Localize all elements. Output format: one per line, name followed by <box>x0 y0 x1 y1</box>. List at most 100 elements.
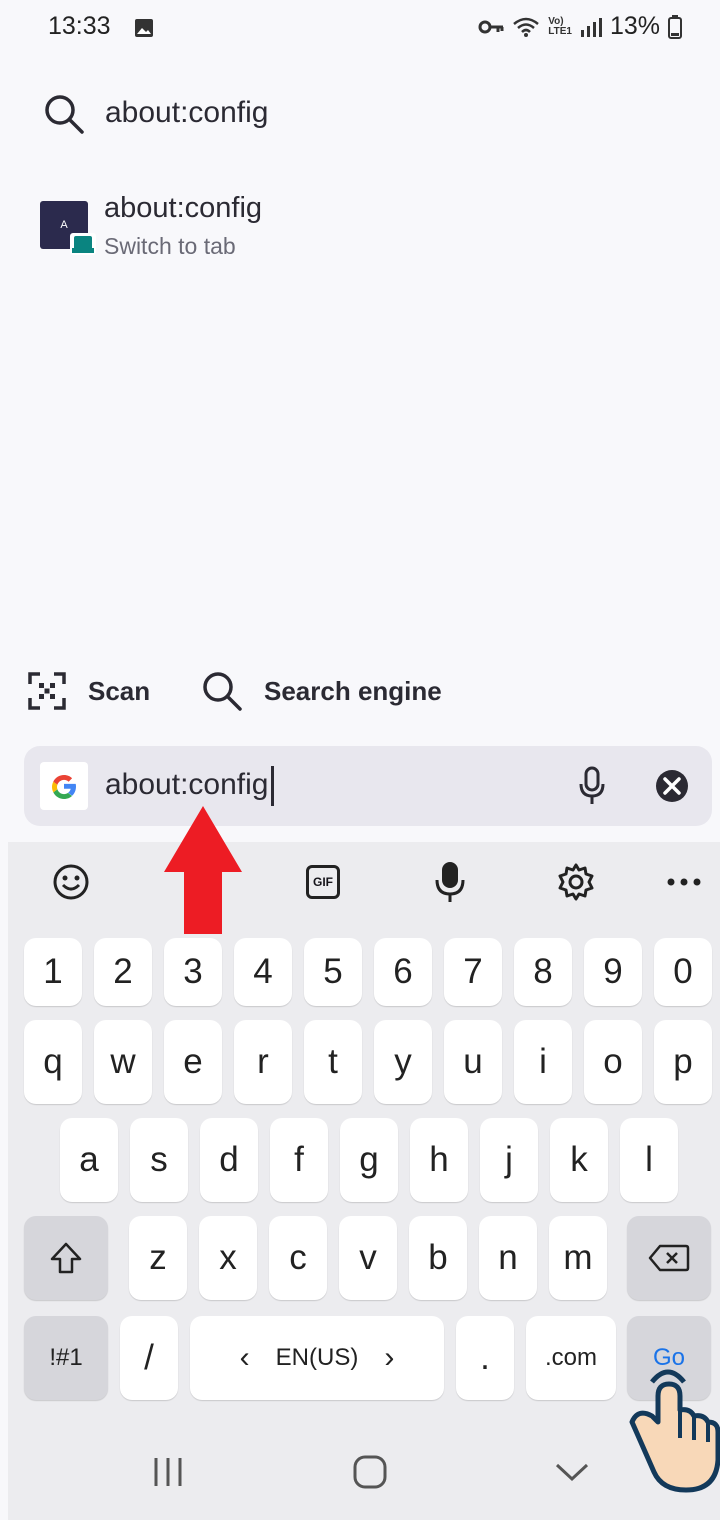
key-1[interactable]: 1 <box>24 938 82 1006</box>
key-d[interactable]: d <box>200 1118 258 1202</box>
home-icon[interactable] <box>352 1454 388 1490</box>
key-k-label: k <box>570 1140 588 1179</box>
image-notification-icon <box>135 19 153 37</box>
slash-key[interactable]: / <box>120 1316 178 1400</box>
backspace-icon <box>648 1244 690 1272</box>
battery-icon <box>668 14 682 39</box>
vpn-key-icon <box>478 20 504 33</box>
key-l-label: l <box>645 1140 653 1179</box>
key-h[interactable]: h <box>410 1118 468 1202</box>
key-b[interactable]: b <box>409 1216 467 1300</box>
hide-keyboard-icon[interactable] <box>554 1460 590 1484</box>
key-s-label: s <box>150 1140 168 1179</box>
key-g-label: g <box>359 1140 379 1179</box>
symbols-key-label: !#1 <box>49 1344 83 1371</box>
key-m[interactable]: m <box>549 1216 607 1300</box>
key-y[interactable]: y <box>374 1020 432 1104</box>
keyboard-microphone-icon[interactable] <box>434 860 466 904</box>
key-f[interactable]: f <box>270 1118 328 1202</box>
shift-icon <box>50 1242 82 1274</box>
key-0[interactable]: 0 <box>654 938 712 1006</box>
key-3-label: 3 <box>183 952 203 991</box>
search-icon <box>45 95 84 134</box>
key-l[interactable]: l <box>620 1118 678 1202</box>
key-m-label: m <box>563 1238 593 1277</box>
key-7-label: 7 <box>463 952 483 991</box>
key-t-label: t <box>328 1042 338 1081</box>
search-query-text: about:config <box>105 96 269 129</box>
key-r[interactable]: r <box>234 1020 292 1104</box>
key-n[interactable]: n <box>479 1216 537 1300</box>
key-8[interactable]: 8 <box>514 938 572 1006</box>
key-9-label: 9 <box>603 952 623 991</box>
key-6[interactable]: 6 <box>374 938 432 1006</box>
key-0-label: 0 <box>673 952 693 991</box>
tap-hand-icon <box>629 1369 720 1493</box>
key-9[interactable]: 9 <box>584 938 642 1006</box>
key-q-label: q <box>43 1042 63 1081</box>
key-t[interactable]: t <box>304 1020 362 1104</box>
google-logo-icon <box>52 775 76 799</box>
key-i[interactable]: i <box>514 1020 572 1104</box>
voice-search-icon[interactable] <box>578 766 606 806</box>
suggestion-subtitle: Switch to tab <box>104 233 236 259</box>
period-key-label: . <box>480 1338 490 1377</box>
key-q[interactable]: q <box>24 1020 82 1104</box>
search-engine-button[interactable]: Search engine <box>202 668 462 714</box>
space-language-key[interactable]: ‹ EN(US) › <box>190 1316 444 1400</box>
address-input[interactable]: about:config <box>105 768 268 802</box>
key-g[interactable]: g <box>340 1118 398 1202</box>
volte-icon: Vo) LTE1 <box>548 15 572 37</box>
clear-input-icon[interactable] <box>654 768 690 804</box>
key-4-label: 4 <box>253 952 273 991</box>
key-e-label: e <box>183 1042 203 1081</box>
key-7[interactable]: 7 <box>444 938 502 1006</box>
backspace-key[interactable] <box>627 1216 711 1300</box>
emoji-icon[interactable] <box>52 863 90 901</box>
key-k[interactable]: k <box>550 1118 608 1202</box>
signal-icon <box>580 17 602 37</box>
slash-key-label: / <box>144 1338 154 1377</box>
key-s[interactable]: s <box>130 1118 188 1202</box>
key-v[interactable]: v <box>339 1216 397 1300</box>
key-p[interactable]: p <box>654 1020 712 1104</box>
key-o[interactable]: o <box>584 1020 642 1104</box>
shift-key[interactable] <box>24 1216 108 1300</box>
qr-scan-icon <box>28 672 66 710</box>
key-b-label: b <box>428 1238 448 1277</box>
key-v-label: v <box>359 1238 377 1277</box>
key-5[interactable]: 5 <box>304 938 362 1006</box>
key-n-label: n <box>498 1238 518 1277</box>
more-options-icon[interactable] <box>666 876 702 888</box>
google-engine-button[interactable] <box>40 762 88 810</box>
suggestion-title: about:config <box>104 192 263 224</box>
symbols-key[interactable]: !#1 <box>24 1316 108 1400</box>
key-e[interactable]: e <box>164 1020 222 1104</box>
key-c[interactable]: c <box>269 1216 327 1300</box>
period-key[interactable]: . <box>456 1316 514 1400</box>
key-r-label: r <box>257 1042 269 1081</box>
key-3[interactable]: 3 <box>164 938 222 1006</box>
scan-label: Scan <box>88 675 151 706</box>
key-x-label: x <box>219 1238 237 1277</box>
key-a-label: a <box>79 1140 99 1179</box>
recent-apps-icon[interactable] <box>152 1456 184 1488</box>
key-4[interactable]: 4 <box>234 938 292 1006</box>
key-u[interactable]: u <box>444 1020 502 1104</box>
key-a[interactable]: a <box>60 1118 118 1202</box>
key-z[interactable]: z <box>129 1216 187 1300</box>
key-w[interactable]: w <box>94 1020 152 1104</box>
key-j[interactable]: j <box>480 1118 538 1202</box>
scan-button[interactable]: Scan <box>28 668 168 714</box>
dotcom-key[interactable]: .com <box>526 1316 616 1400</box>
keyboard-settings-icon[interactable] <box>556 862 596 902</box>
key-i-label: i <box>539 1042 547 1081</box>
key-z-label: z <box>149 1238 167 1277</box>
key-x[interactable]: x <box>199 1216 257 1300</box>
key-d-label: d <box>219 1140 239 1179</box>
gif-icon[interactable]: GIF <box>306 865 340 899</box>
key-1-label: 1 <box>43 952 63 991</box>
language-next-icon: › <box>384 1341 395 1374</box>
key-c-label: c <box>289 1238 307 1277</box>
key-2[interactable]: 2 <box>94 938 152 1006</box>
